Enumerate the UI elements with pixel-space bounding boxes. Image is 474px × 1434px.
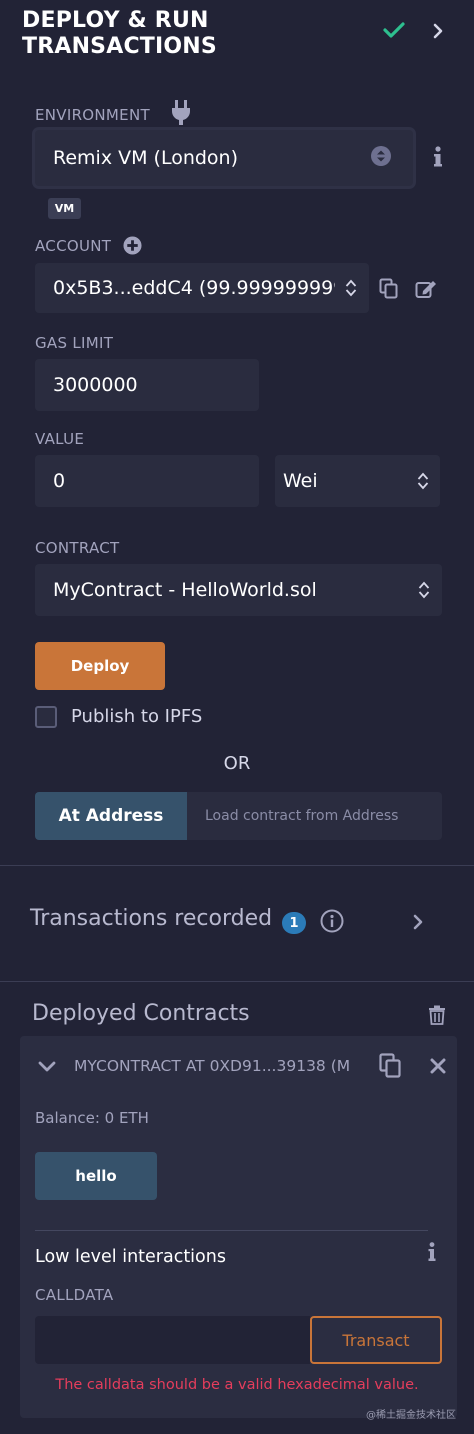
select-arrows-icon: [345, 279, 357, 297]
environment-select[interactable]: Remix VM (London): [35, 130, 413, 186]
panel-divider: [35, 1230, 428, 1231]
contract-label: CONTRACT: [35, 539, 120, 557]
contract-value: MyContract - HelloWorld.sol: [53, 579, 317, 601]
transactions-count-badge: 1: [282, 912, 306, 934]
account-label: ACCOUNT: [35, 237, 112, 255]
value-unit: Wei: [283, 470, 318, 492]
or-separator: OR: [223, 753, 251, 774]
copy-icon[interactable]: [379, 1053, 401, 1078]
trash-icon[interactable]: [428, 1005, 446, 1025]
contract-balance: Balance: 0 ETH: [35, 1109, 149, 1127]
gas-limit-value: 3000000: [53, 374, 138, 396]
address-input-placeholder: Load contract from Address: [205, 808, 399, 824]
deployed-contracts-title: Deployed Contracts: [32, 1001, 250, 1026]
value-amount: 0: [53, 470, 66, 492]
chevron-right-icon[interactable]: [410, 912, 426, 932]
account-select[interactable]: 0x5B3...eddC4 (99.999999999: [35, 263, 369, 313]
contract-instance-title[interactable]: MYCONTRACT AT 0XD91...39138 (M: [74, 1057, 350, 1075]
value-input[interactable]: 0: [35, 455, 259, 507]
value-label: VALUE: [35, 430, 85, 448]
info-icon[interactable]: [432, 146, 444, 168]
low-level-interactions-title: Low level interactions: [35, 1247, 226, 1267]
at-address-button[interactable]: At Address: [35, 792, 187, 840]
close-icon[interactable]: [430, 1058, 446, 1074]
account-value: 0x5B3...eddC4 (99.999999999: [53, 277, 335, 299]
contract-select[interactable]: MyContract - HelloWorld.sol: [35, 564, 442, 616]
select-arrows-icon: [418, 581, 430, 599]
transactions-recorded-title[interactable]: Transactions recorded: [30, 906, 272, 931]
chevron-down-icon[interactable]: [38, 1060, 56, 1074]
publish-ipfs-label: Publish to IPFS: [71, 706, 203, 727]
calldata-input[interactable]: [35, 1316, 310, 1364]
section-divider: [0, 865, 474, 866]
calldata-error-message: The calldata should be a valid hexadecim…: [55, 1377, 419, 1393]
watermark: @稀土掘金技术社区: [366, 1410, 456, 1421]
transact-button[interactable]: Transact: [310, 1316, 442, 1364]
gas-limit-input[interactable]: 3000000: [35, 359, 259, 411]
panel-title: DEPLOY & RUN TRANSACTIONS: [22, 8, 217, 59]
edit-icon[interactable]: [415, 279, 437, 299]
copy-icon[interactable]: [379, 278, 398, 299]
environment-label: ENVIRONMENT: [35, 106, 150, 124]
plug-icon[interactable]: [170, 98, 192, 126]
check-icon: [383, 22, 405, 38]
info-circle-icon[interactable]: [320, 909, 344, 933]
plus-circle-icon[interactable]: [123, 236, 142, 255]
info-icon[interactable]: [427, 1242, 437, 1262]
select-arrows-icon: [417, 472, 429, 490]
environment-value: Remix VM (London): [53, 147, 239, 169]
vm-badge: VM: [48, 198, 81, 219]
section-divider: [0, 981, 474, 982]
address-input[interactable]: Load contract from Address: [187, 792, 442, 840]
calldata-label: CALLDATA: [35, 1286, 114, 1304]
publish-ipfs-checkbox[interactable]: [35, 706, 57, 728]
select-arrows-icon: [371, 146, 391, 166]
chevron-right-icon[interactable]: [428, 20, 448, 42]
gas-limit-label: GAS LIMIT: [35, 334, 114, 352]
value-unit-select[interactable]: Wei: [275, 455, 440, 507]
deploy-button[interactable]: Deploy: [35, 642, 165, 690]
hello-method-button[interactable]: hello: [35, 1152, 157, 1200]
